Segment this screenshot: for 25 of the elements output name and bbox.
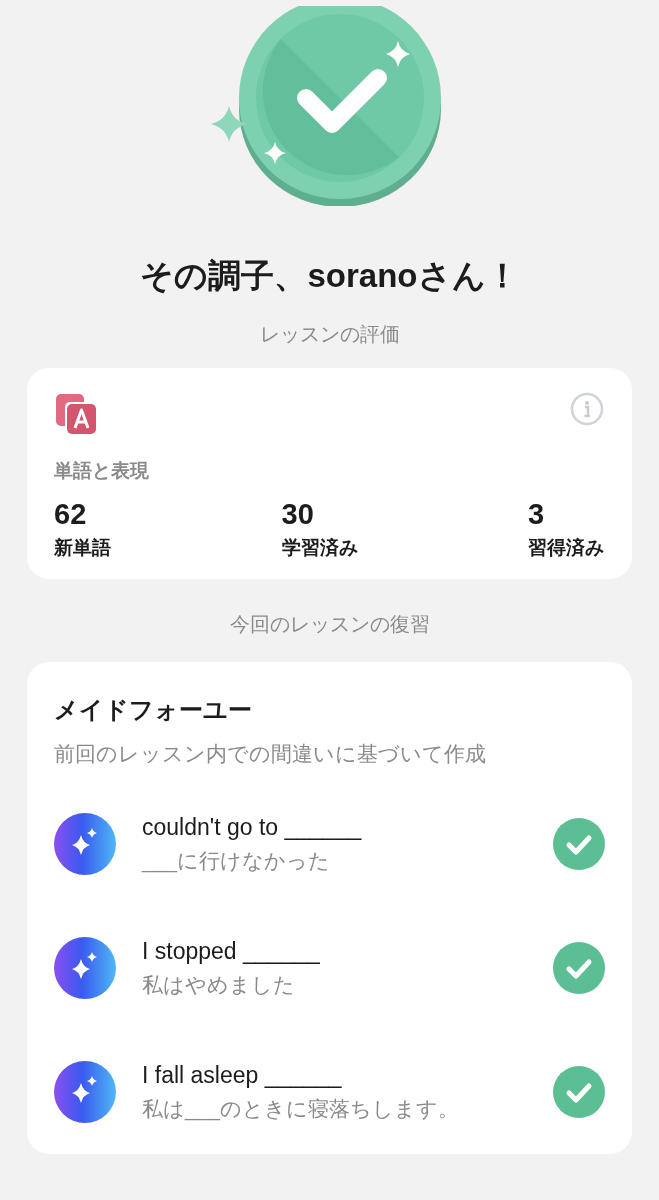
translation: 私は___のときに寝落ちします。: [142, 1095, 461, 1123]
info-icon[interactable]: [570, 392, 604, 426]
phrase: I stopped ______: [142, 937, 321, 965]
stat-value: 62: [54, 498, 88, 531]
stat-value: 3: [528, 498, 545, 531]
section-label: レッスンの評価: [259, 322, 400, 347]
section-label: 今回のレッスンの復習: [229, 612, 430, 637]
translation: 私はやめました: [142, 971, 296, 998]
stat-value: 30: [281, 498, 315, 531]
review-item[interactable]: couldn't go to ______ ___に行けなかった: [54, 782, 605, 906]
translation: ___に行けなかった: [142, 847, 332, 875]
greeting-heading: その調子、soranoさん！: [140, 256, 519, 296]
sparkle-icon: [54, 1061, 116, 1123]
sparkle-icon: [54, 937, 116, 999]
sparkle-icon: [54, 813, 116, 875]
stat-label: 新単語: [54, 536, 111, 560]
card-subtitle: 前回のレッスン内での間違いに基づいて作成: [54, 741, 487, 767]
section-title: 単語と表現: [54, 459, 150, 483]
review-item[interactable]: I stopped ______ 私はやめました: [54, 906, 605, 1030]
stat-label: 習得済み: [528, 536, 604, 560]
stat-label: 学習済み: [281, 536, 358, 560]
card-title: メイドフォーユー: [54, 695, 253, 725]
phrase: couldn't go to ______: [142, 813, 363, 841]
phrase: I fall asleep ______: [142, 1061, 343, 1089]
review-item[interactable]: I fall asleep ______ 私は___のときに寝落ちします。: [54, 1030, 605, 1154]
